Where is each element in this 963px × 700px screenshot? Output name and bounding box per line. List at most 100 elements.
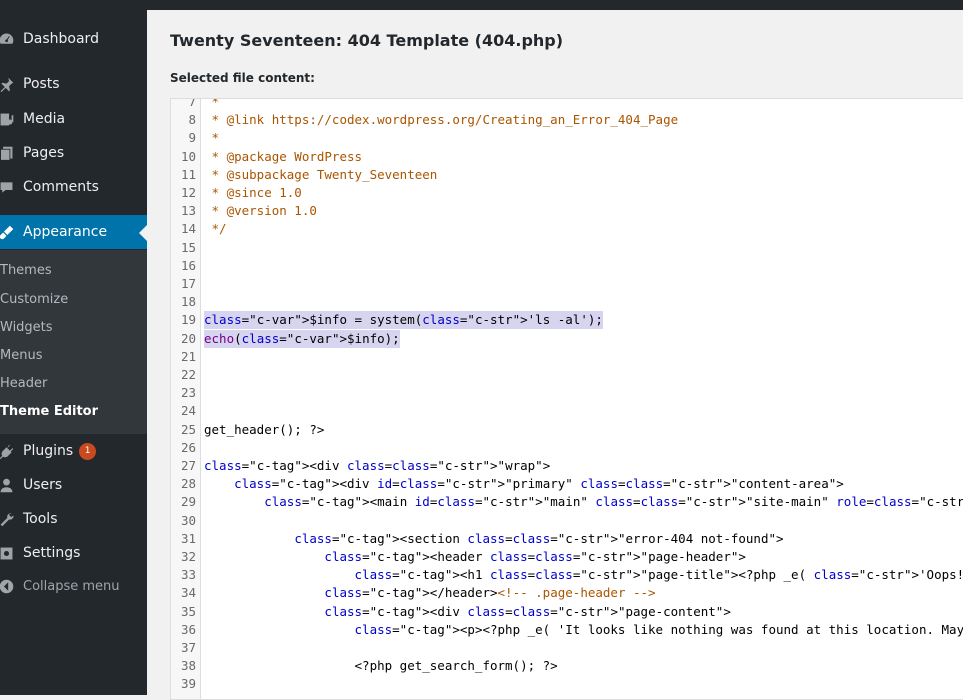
code-line: 24 (171, 402, 963, 420)
code-line: 17 (171, 275, 963, 293)
sidebar-item-label: Comments (23, 179, 99, 195)
code-line: 9 * (171, 129, 963, 147)
code-line: 12 * @since 1.0 (171, 184, 963, 202)
line-number: 30 (180, 512, 196, 528)
sidebar-item-label: Media (23, 111, 66, 127)
code-text: * @package WordPress (204, 148, 363, 164)
line-number: 33 (180, 567, 196, 583)
code-line: 10 * @package WordPress (171, 148, 963, 166)
code-text: class="c-tag"><div class=class="c-str">"… (324, 603, 731, 619)
sidebar-item-comments[interactable]: Comments (0, 170, 147, 204)
line-number: 32 (180, 549, 196, 564)
current-menu-arrow (139, 225, 147, 241)
line-number: 22 (180, 367, 196, 382)
line-number: 35 (180, 603, 196, 619)
sidebar-item-media[interactable]: Media (0, 102, 147, 136)
submenu-item-header[interactable]: Header (0, 376, 47, 391)
submenu-item-theme-editor[interactable]: Theme Editor (0, 404, 98, 419)
line-number: 39 (180, 676, 196, 692)
code-text: echo(class="c-var">$info); (204, 329, 400, 348)
code-line: 37 (171, 639, 963, 657)
sidebar-item-posts[interactable]: Posts (0, 67, 147, 101)
collapse-menu-button[interactable]: Collapse menu (0, 569, 147, 603)
admin-bar (0, 0, 963, 10)
code-line: 27 class="c-tag"><div class=class="c-str"… (171, 457, 963, 475)
comment-icon (0, 178, 15, 196)
collapse-icon (0, 577, 15, 595)
line-number: 21 (180, 348, 196, 364)
plugin-update-badge: 1 (79, 442, 97, 460)
sidebar-item-appearance[interactable]: Appearance (0, 215, 147, 249)
line-number: 36 (180, 621, 196, 637)
code-text: * (204, 130, 220, 146)
code-text: class="c-tag"><div id=class="c-str">"pri… (234, 476, 844, 492)
sidebar-item-label: Dashboard (23, 31, 99, 47)
pages-icon (0, 144, 15, 162)
line-number: 17 (180, 276, 196, 291)
sidebar-item-label: Posts (23, 76, 60, 92)
code-text: class="c-tag"><section class=class="c-st… (294, 530, 784, 546)
line-number: 31 (180, 530, 196, 546)
page-title: Twenty Seventeen: 404 Template (404.php) (170, 31, 564, 50)
code-line: 11 * @subpackage Twenty_Seventeen (171, 166, 963, 184)
sidebar-item-plugins[interactable]: Plugins 1 (0, 434, 147, 468)
appearance-submenu: Themes Customize Widgets Menus Header Th… (0, 250, 147, 434)
code-text: get_header(); ?> (204, 421, 325, 437)
code-line: 13 * @version 1.0 (171, 202, 963, 220)
line-number: 12 (180, 185, 196, 200)
users-icon (0, 476, 15, 494)
code-line: 15 (171, 239, 963, 257)
code-line: 23 (171, 384, 963, 402)
line-number: 14 (180, 221, 196, 237)
code-text: class="c-tag"><header class=class="c-str… (324, 549, 746, 564)
code-text: class="c-tag"><div class=class="c-str">"… (204, 458, 551, 473)
line-number: 26 (180, 439, 196, 455)
dashboard-icon (0, 30, 15, 48)
line-number: 34 (180, 585, 196, 601)
line-number: 10 (180, 148, 196, 164)
line-number: 25 (180, 421, 196, 437)
code-line: 14 */ (171, 220, 963, 238)
line-number: 37 (180, 640, 196, 655)
code-line: 35 class="c-tag"><div class=class="c-str… (171, 603, 963, 621)
media-icon (0, 110, 15, 128)
code-text: class="c-tag"><main id=class="c-str">"ma… (264, 494, 963, 510)
line-number: 20 (180, 330, 196, 346)
code-line: 33 class="c-tag"><h1 class=class="c-str"… (171, 566, 963, 584)
line-number: 8 (188, 112, 196, 128)
code-line: 36 class="c-tag"><p><?php _e( 'It looks … (171, 621, 963, 639)
sidebar-item-settings[interactable]: Settings (0, 536, 147, 570)
code-line: 29 class="c-tag"><main id=class="c-str">… (171, 493, 963, 511)
main-content: Twenty Seventeen: 404 Template (404.php)… (147, 10, 963, 700)
submenu-item-menus[interactable]: Menus (0, 348, 42, 363)
settings-icon (0, 544, 15, 562)
code-line: 25 get_header(); ?> (171, 421, 963, 439)
submenu-item-themes[interactable]: Themes (0, 263, 52, 278)
sidebar-item-users[interactable]: Users (0, 468, 147, 502)
file-content-label: Selected file content: (170, 71, 315, 85)
line-number: 11 (180, 166, 196, 182)
sidebar-item-dashboard[interactable]: Dashboard (0, 22, 147, 56)
sidebar-item-pages[interactable]: Pages (0, 136, 147, 170)
submenu-item-customize[interactable]: Customize (0, 292, 68, 307)
code-line: 18 (171, 293, 963, 311)
sidebar-item-label: Pages (23, 145, 65, 161)
code-text: * @version 1.0 (204, 203, 317, 219)
code-line: 7 * (171, 98, 963, 111)
submenu-item-widgets[interactable]: Widgets (0, 320, 53, 335)
line-number: 18 (180, 294, 196, 310)
sidebar-item-tools[interactable]: Tools (0, 502, 147, 536)
code-text: * @subpackage Twenty_Seventeen (204, 166, 438, 182)
line-number: 15 (180, 239, 196, 255)
code-line: 34 class="c-tag"></header><!-- .page-hea… (171, 584, 963, 602)
code-editor[interactable]: 7 * 8 * @link https://codex.wordpress.org… (170, 98, 963, 700)
code-text: * @link https://codex.wordpress.org/Crea… (204, 112, 679, 128)
plugin-icon (0, 442, 15, 460)
code-line: 31 class="c-tag"><section class=class="c… (171, 530, 963, 548)
code-line: 26 (171, 439, 963, 457)
pin-icon (0, 75, 15, 93)
line-number: 7 (188, 98, 196, 109)
wrench-icon (0, 510, 15, 528)
line-number: 13 (180, 203, 196, 219)
code-line: 16 (171, 257, 963, 275)
